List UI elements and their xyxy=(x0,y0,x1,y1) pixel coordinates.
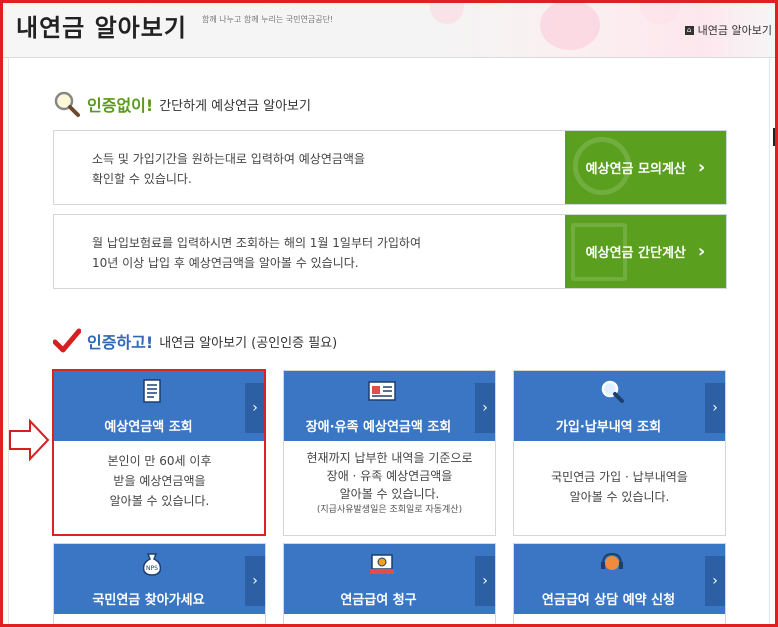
simple-calc-desc-line1: 월 납입보험료를 입력하시면 조회하는 해의 1월 1일부터 가입하여 xyxy=(92,236,422,250)
card-find-pension-title: 국민연금 찾아가세요 xyxy=(92,593,205,608)
card-enrollment-payment[interactable]: 가입·납부내역 조회 › 국민연금 가입 · 납부내역을 알아볼 수 있습니다. xyxy=(513,370,726,536)
card-disability-survivor[interactable]: 장애·유족 예상연금액 조회 › 현재까지 납부한 내역을 기준으로 장애 · … xyxy=(283,370,496,536)
breadcrumb-label: 내연금 알아보기 xyxy=(697,24,772,37)
card-consultation-booking[interactable]: 연금급여 상담 예약 신청 › xyxy=(513,543,726,627)
simple-calc-desc-line2: 10년 이상 납입 후 예상연금액을 알아볼 수 있습니다. xyxy=(92,256,359,270)
card-enrollment-payment-body: 국민연금 가입 · 납부내역을 알아볼 수 있습니다. xyxy=(514,467,725,507)
page-header: 내연금 알아보기 함께 나누고 함께 누리는 국민연금공단! ⌂ 내연금 알아보… xyxy=(0,0,778,58)
chevron-right-icon: › xyxy=(697,241,706,262)
highlight-box xyxy=(52,369,266,536)
section-no-auth-text: 간단하게 예상연금 알아보기 xyxy=(159,98,311,114)
mock-calc-desc-line1: 소득 및 가입기간을 원하는대로 입력하여 예상연금액을 xyxy=(92,152,365,166)
mock-calc-button-label: 예상연금 모의계산 xyxy=(585,162,686,177)
card-pension-claim-header[interactable]: 연금급여 청구 › xyxy=(284,544,495,614)
heart-decoration xyxy=(430,0,464,24)
card-body-line: 현재까지 납부한 내역을 기준으로 xyxy=(306,451,473,465)
headset-icon xyxy=(598,552,626,576)
page-title: 내연금 알아보기 xyxy=(16,14,187,42)
money-bag-icon: NPS xyxy=(138,552,166,576)
card-body-line: 국민연금 가입 · 납부내역을 xyxy=(551,470,688,484)
mock-calc-row: 소득 및 가입기간을 원하는대로 입력하여 예상연금액을 확인할 수 있습니다.… xyxy=(53,130,727,205)
magnifier-icon xyxy=(54,91,80,117)
card-note: (지급사유발생일은 조회일로 자동계산) xyxy=(316,505,463,515)
card-body-line: 알아볼 수 있습니다. xyxy=(569,490,670,504)
card-pension-claim-title: 연금급여 청구 xyxy=(340,593,417,608)
register-icon xyxy=(368,552,396,576)
scroll-marker xyxy=(773,128,776,146)
card-disability-survivor-header[interactable]: 장애·유족 예상연금액 조회 › xyxy=(284,371,495,441)
card-disability-survivor-body: 현재까지 납부한 내역을 기준으로 장애 · 유족 예상연금액을 알아볼 수 있… xyxy=(284,449,495,517)
search-icon xyxy=(598,379,626,403)
id-card-icon xyxy=(367,379,396,403)
chevron-right-icon: › xyxy=(697,157,706,178)
chevron-right-icon[interactable]: › xyxy=(475,383,495,433)
card-body-line: 장애 · 유족 예상연금액을 xyxy=(326,469,453,483)
section-auth-heading: 인증하고! 내연금 알아보기 (공인인증 필요) xyxy=(53,328,337,354)
card-find-pension-header[interactable]: NPS 국민연금 찾아가세요 › xyxy=(54,544,265,614)
card-find-pension[interactable]: NPS 국민연금 찾아가세요 › xyxy=(53,543,266,627)
home-icon: ⌂ xyxy=(684,25,694,35)
card-pension-claim[interactable]: 연금급여 청구 › xyxy=(283,543,496,627)
chevron-right-icon[interactable]: › xyxy=(475,556,495,606)
checkmark-icon xyxy=(53,328,81,353)
mock-calc-description: 소득 및 가입기간을 원하는대로 입력하여 예상연금액을 확인할 수 있습니다. xyxy=(92,149,532,189)
simple-calc-row: 월 납입보험료를 입력하시면 조회하는 해의 1월 1일부터 가입하여 10년 … xyxy=(53,214,727,289)
mock-calc-button[interactable]: 예상연금 모의계산 › xyxy=(565,131,726,204)
section-no-auth-strong: 인증없이! xyxy=(87,96,154,115)
mock-calc-desc-line2: 확인할 수 있습니다. xyxy=(92,172,192,186)
simple-calc-button[interactable]: 예상연금 간단계산 › xyxy=(565,215,726,288)
heart-decoration xyxy=(540,0,600,50)
chevron-right-icon[interactable]: › xyxy=(705,556,725,606)
card-enrollment-payment-header[interactable]: 가입·납부내역 조회 › xyxy=(514,371,725,441)
pointer-arrow-icon xyxy=(9,418,50,462)
svg-text:NPS: NPS xyxy=(146,565,158,572)
header-tagline: 함께 나누고 함께 누리는 국민연금공단! xyxy=(202,15,334,24)
card-body-line: 알아볼 수 있습니다. xyxy=(339,487,440,501)
section-no-auth-heading: 인증없이! 간단하게 예상연금 알아보기 xyxy=(53,90,311,118)
heart-decoration xyxy=(640,0,680,24)
simple-calc-description: 월 납입보험료를 입력하시면 조회하는 해의 1월 1일부터 가입하여 10년 … xyxy=(92,233,532,273)
chevron-right-icon[interactable]: › xyxy=(705,383,725,433)
card-consultation-booking-title: 연금급여 상담 예약 신청 xyxy=(541,593,676,608)
section-auth-text: 내연금 알아보기 (공인인증 필요) xyxy=(159,335,338,351)
card-consultation-booking-header[interactable]: 연금급여 상담 예약 신청 › xyxy=(514,544,725,614)
section-auth-strong: 인증하고! xyxy=(87,333,154,352)
breadcrumb[interactable]: ⌂ 내연금 알아보기 xyxy=(684,22,772,38)
simple-calc-button-label: 예상연금 간단계산 xyxy=(585,246,686,261)
card-enrollment-payment-title: 가입·납부내역 조회 xyxy=(555,420,662,435)
chevron-right-icon[interactable]: › xyxy=(245,556,265,606)
card-disability-survivor-title: 장애·유족 예상연금액 조회 xyxy=(305,420,452,435)
